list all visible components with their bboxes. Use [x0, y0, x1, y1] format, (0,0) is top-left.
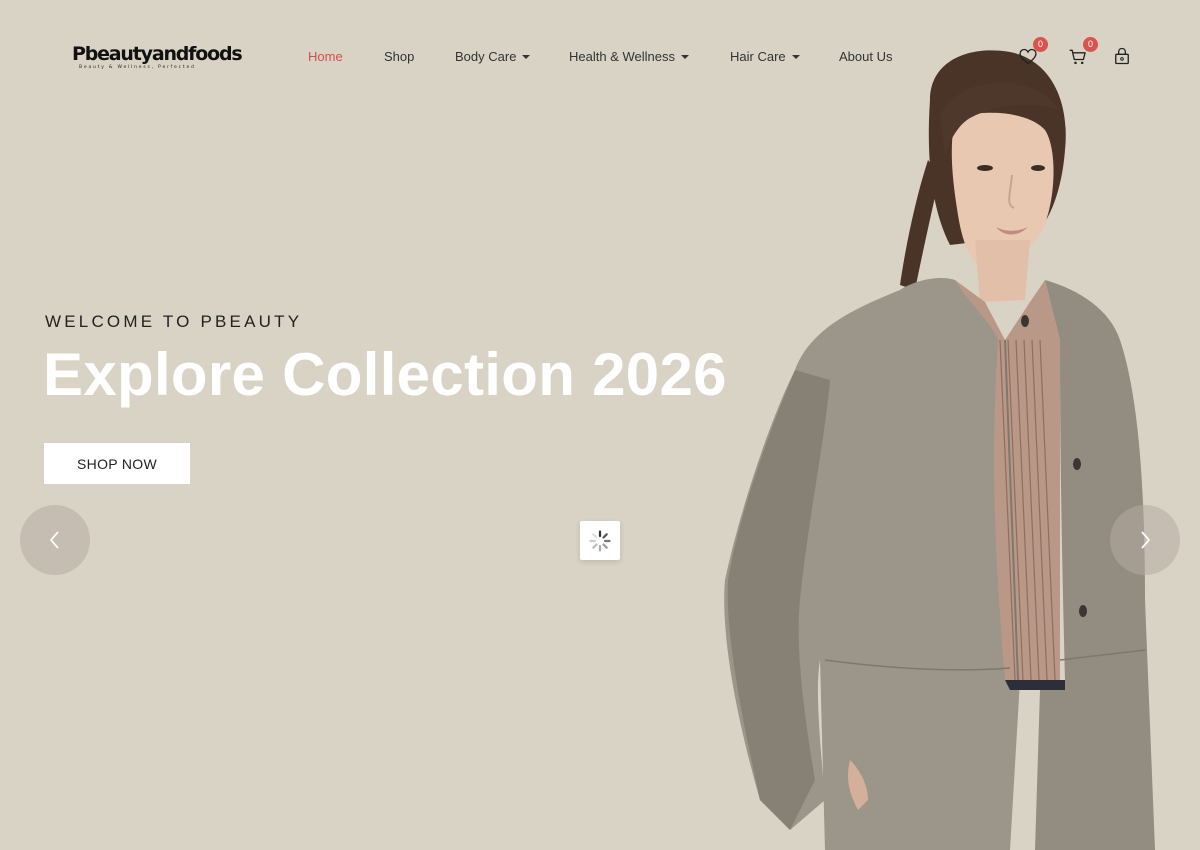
nav-item-home[interactable]: Home — [308, 49, 343, 64]
nav-item-about-us[interactable]: About Us — [839, 49, 892, 64]
nav-item-health-wellness[interactable]: Health & Wellness — [569, 49, 689, 64]
nav-item-hair-care[interactable]: Hair Care — [730, 49, 800, 64]
account-button[interactable] — [1112, 45, 1134, 67]
lock-icon — [1115, 47, 1129, 65]
nav-item-label: Home — [308, 49, 343, 64]
cart-count-badge: 0 — [1083, 37, 1098, 52]
nav-item-label: Health & Wellness — [569, 49, 675, 64]
hero-kicker: WELCOME TO PBEAUTY — [45, 312, 303, 331]
cart-button[interactable]: 0 — [1068, 37, 1098, 67]
chevron-right-icon — [1141, 531, 1151, 549]
chevron-left-icon — [49, 531, 59, 549]
caret-down-icon — [680, 55, 689, 59]
caret-down-icon — [522, 55, 531, 59]
nav-item-shop[interactable]: Shop — [384, 49, 414, 64]
nav-item-label: Body Care — [455, 49, 517, 64]
wishlist-count-badge: 0 — [1033, 37, 1048, 52]
site-header: Pbeautyandfoods Beauty & Wellness, Perfe… — [0, 0, 1200, 115]
hero-model-image — [724, 50, 1155, 850]
nav-item-label: About Us — [839, 49, 893, 64]
shop-now-button[interactable]: SHOP NOW — [44, 443, 190, 484]
nav-item-label: Hair Care — [730, 49, 786, 64]
hero-headline: Explore Collection 2026 — [43, 341, 727, 408]
nav-item-body-care[interactable]: Body Care — [455, 49, 531, 64]
wishlist-button[interactable]: 0 — [1018, 37, 1048, 67]
loading-spinner-icon — [589, 529, 611, 552]
slide-loader — [580, 521, 620, 560]
slider-prev-button[interactable] — [20, 505, 90, 575]
caret-down-icon — [791, 55, 800, 59]
slider-next-button[interactable] — [1110, 505, 1180, 575]
nav-item-label: Shop — [384, 49, 415, 64]
